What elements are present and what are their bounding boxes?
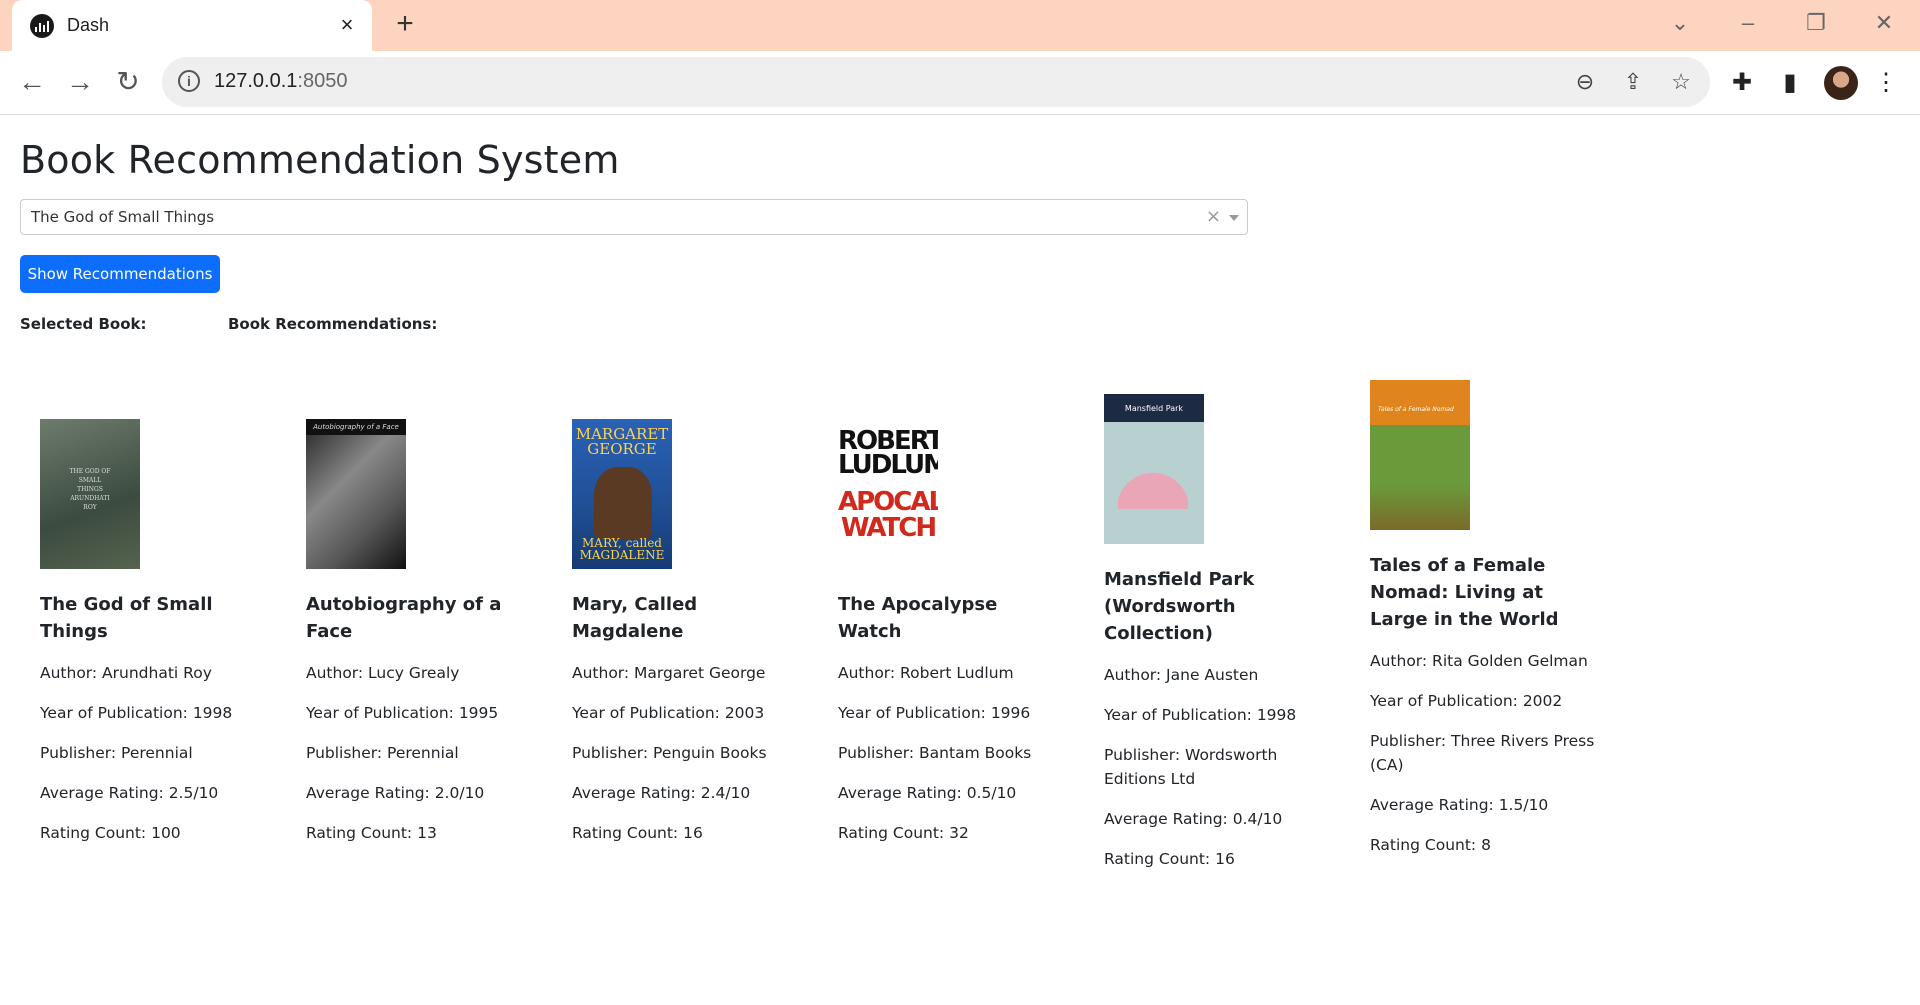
book-rating-count: Rating Count: 8 [1370,836,1491,854]
book-title: Mary, Called Magdalene [572,594,698,642]
book-publisher: Publisher: Penguin Books [572,744,767,762]
book-cover-image: THE GOD OF SMALL THINGS ARUNDHATI ROY [40,419,140,569]
book-rating-count: Rating Count: 100 [40,824,181,842]
cover-text: THE GOD OF SMALL THINGS ARUNDHATI ROY [69,468,111,511]
restore-icon[interactable]: ❐ [1796,8,1836,38]
extensions-icon[interactable]: ✚ [1724,65,1760,101]
share-icon[interactable]: ⇪ [1618,67,1648,97]
url-host: 127.0.0.1 [214,70,298,92]
book-select-dropdown[interactable]: The God of Small Things × [20,199,1248,235]
book-title: Tales of a Female Nomad: Living at Large… [1370,555,1559,630]
book-cover-image: Mansfield Park [1104,394,1204,544]
book-card: MARGARET GEORGE MARY, called MAGDALENE M… [552,419,782,845]
book-year: Year of Publication: 2003 [572,704,765,722]
book-rating-count: Rating Count: 32 [838,824,969,842]
book-author: Author: Rita Golden Gelman [1370,652,1588,670]
book-publisher: Publisher: Perennial [40,744,193,762]
cover-text: APOCALYPSE WATCH [838,487,938,543]
browser-tab[interactable]: Dash × [12,0,372,51]
new-tab-icon[interactable]: + [390,9,420,40]
cover-figure [594,467,652,539]
book-year: Year of Publication: 1998 [1104,706,1297,724]
book-publisher: Publisher: Perennial [306,744,459,762]
book-cover-image: Tales of a Female Nomad [1370,380,1470,530]
cover-text: Mansfield Park [1124,404,1184,413]
book-author: Author: Margaret George [572,664,766,682]
cover-text: ROBERT LUDLUM [838,426,938,480]
book-title: Mansfield Park (Wordsworth Collection) [1104,569,1255,644]
book-rating: Average Rating: 2.5/10 [40,784,219,802]
book-card: ROBERT LUDLUM APOCALYPSE WATCH The Apoca… [818,419,1048,845]
page-title: Book Recommendation System [20,138,620,182]
address-url: 127.0.0.1:8050 [214,70,347,93]
forward-arrow-icon[interactable]: → [62,65,98,101]
book-publisher: Publisher: Bantam Books [838,744,1032,762]
selected-book-label: Selected Book: [20,315,147,333]
minimize-icon[interactable]: – [1728,8,1768,38]
book-rating-count: Rating Count: 16 [1104,850,1235,868]
book-publisher: Publisher: Three Rivers Press (CA) [1370,732,1595,774]
book-cover-image: MARGARET GEORGE MARY, called MAGDALENE [572,419,672,569]
book-rating: Average Rating: 0.5/10 [838,784,1017,802]
book-rating-count: Rating Count: 13 [306,824,437,842]
book-year: Year of Publication: 1996 [838,704,1031,722]
tab-search-chevron-icon[interactable]: ⌄ [1660,8,1700,38]
dash-favicon-icon [30,14,54,38]
book-rating: Average Rating: 1.5/10 [1370,796,1549,814]
cover-text: Tales of a Female Nomad [1378,406,1454,413]
recommendations-label: Book Recommendations: [228,315,438,333]
cover-text: MARGARET GEORGE [575,425,669,458]
book-year: Year of Publication: 1995 [306,704,499,722]
bookmark-star-icon[interactable]: ☆ [1666,67,1696,97]
cover-text: Autobiography of a Face [306,419,406,435]
browser-titlebar: Dash × + ⌄ – ❐ ✕ [0,0,1920,51]
close-tab-icon[interactable]: × [334,12,360,38]
clear-icon[interactable]: × [1206,206,1221,227]
book-rating: Average Rating: 2.4/10 [572,784,751,802]
book-card: Autobiography of a Face Autobiography of… [286,419,516,845]
book-publisher: Publisher: Wordsworth Editions Ltd [1104,746,1278,788]
cover-text: MARY, called MAGDALENE [579,536,665,562]
book-title: The God of Small Things [40,594,213,642]
page-content: Book Recommendation System The God of Sm… [0,116,1920,1005]
book-title: The Apocalypse Watch [838,594,998,642]
zoom-out-icon[interactable]: ⊖ [1570,67,1600,97]
browser-toolbar: ← → ↻ i 127.0.0.1:8050 ⊖ ⇪ ☆ ✚ ▮ ⋮ [0,51,1920,115]
book-cover-image: ROBERT LUDLUM APOCALYPSE WATCH [838,419,938,569]
back-arrow-icon[interactable]: ← [14,65,50,101]
cover-fan-illustration [1118,454,1188,509]
book-rating: Average Rating: 2.0/10 [306,784,485,802]
show-recommendations-button[interactable]: Show Recommendations [20,255,220,293]
book-year: Year of Publication: 1998 [40,704,233,722]
book-rating-count: Rating Count: 16 [572,824,703,842]
book-author: Author: Arundhati Roy [40,664,212,682]
book-author: Author: Jane Austen [1104,666,1259,684]
menu-kebab-icon[interactable]: ⋮ [1868,65,1904,101]
profile-avatar[interactable] [1824,66,1858,100]
address-bar[interactable]: i 127.0.0.1:8050 ⊖ ⇪ ☆ [162,57,1710,107]
book-title: Autobiography of a Face [306,594,502,642]
dropdown-caret-icon[interactable] [1229,215,1239,221]
url-port: :8050 [297,70,348,92]
book-card: Mansfield Park Mansfield Park (Wordswort… [1084,394,1314,871]
book-card: Tales of a Female Nomad Tales of a Femal… [1350,380,1594,857]
close-window-icon[interactable]: ✕ [1864,8,1904,38]
reload-icon[interactable]: ↻ [110,65,146,101]
dropdown-selected-value: The God of Small Things [31,208,215,226]
tab-title: Dash [67,15,110,35]
book-cover-image: Autobiography of a Face [306,419,406,569]
side-panel-icon[interactable]: ▮ [1772,65,1808,101]
book-author: Author: Lucy Grealy [306,664,460,682]
book-year: Year of Publication: 2002 [1370,692,1563,710]
site-info-icon[interactable]: i [178,70,200,92]
book-rating: Average Rating: 0.4/10 [1104,810,1283,828]
book-author: Author: Robert Ludlum [838,664,1014,682]
book-card: THE GOD OF SMALL THINGS ARUNDHATI ROY Th… [20,419,250,845]
